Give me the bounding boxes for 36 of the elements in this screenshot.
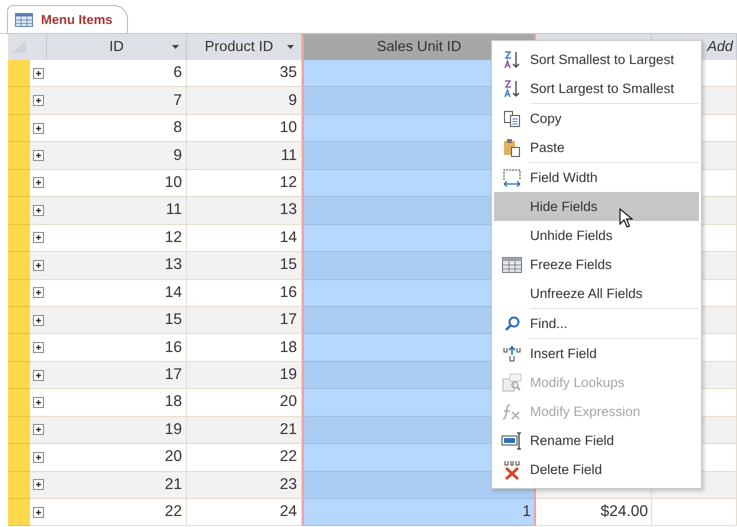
- table-cell: 13: [47, 252, 187, 280]
- table-cell: 11: [187, 142, 302, 170]
- table-cell: 6: [47, 60, 187, 88]
- table-cell: 18: [187, 334, 302, 362]
- table-cell: 16: [47, 334, 187, 362]
- table-cell: 23: [187, 472, 302, 499]
- table-cell: 15: [47, 306, 187, 334]
- table-cell: 9: [47, 142, 187, 170]
- table-cell: 21: [187, 416, 302, 444]
- table-cell: 18: [47, 389, 187, 417]
- table-cell: 21: [47, 472, 187, 499]
- table-cell: 10: [187, 114, 302, 142]
- table-cell: 15: [187, 252, 302, 280]
- table-cell: 24: [187, 499, 302, 526]
- table-cell: 19: [187, 362, 302, 390]
- table-cell: 14: [47, 280, 187, 307]
- table-cell: 8: [47, 114, 187, 142]
- table-cell: 16: [187, 280, 302, 307]
- table-cell: 17: [187, 306, 302, 334]
- table-cell: 11: [47, 197, 187, 225]
- table-cell: 13: [187, 197, 302, 225]
- table-cell: 22: [47, 499, 187, 526]
- table-cell: 19: [47, 416, 187, 444]
- table-cell: 17: [47, 362, 187, 390]
- table-cell: 7: [47, 87, 187, 115]
- table-cell: 35: [187, 60, 302, 88]
- table-cell: 22: [187, 444, 302, 472]
- table-cell: 12: [187, 170, 302, 198]
- table-cell: 20: [187, 389, 302, 417]
- table-cell: 14: [187, 224, 302, 252]
- table-cell: 9: [187, 87, 302, 115]
- table-cell: 12: [47, 224, 187, 252]
- table-cell: $24.00: [536, 499, 652, 526]
- selected-cell: 1: [302, 499, 536, 526]
- table-cell: 10: [47, 170, 187, 198]
- table-cell: 20: [47, 444, 187, 472]
